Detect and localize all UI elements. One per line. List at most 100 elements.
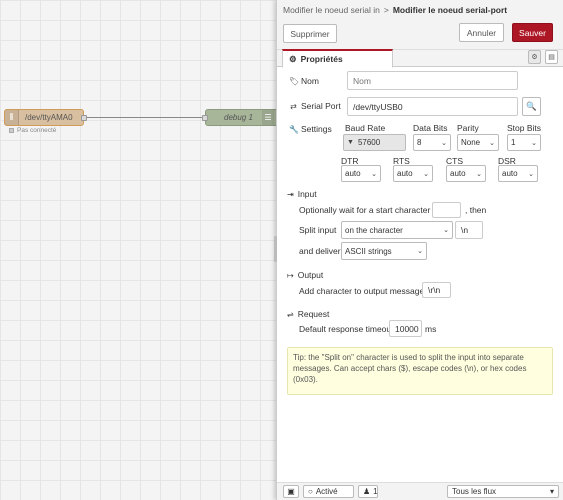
save-button[interactable]: Sauver [512, 23, 553, 42]
wrench-icon: 🔧 [289, 124, 299, 134]
wait-suffix-label: , then [465, 205, 487, 215]
exchange-icon: ⇌ [287, 309, 294, 319]
tab-properties-label: Propriétés [300, 54, 343, 64]
baud-rate-label: Baud Rate [345, 123, 386, 133]
settings-label-text: Settings [301, 124, 332, 134]
name-label-text: Nom [301, 76, 319, 86]
name-input[interactable] [347, 71, 518, 90]
tray-footer: ▣ ○ Activé ♟ 1 Tous les flux ▾ [277, 482, 563, 500]
status-dot-icon [9, 128, 14, 133]
timeout-label: Default response timeout [299, 324, 394, 334]
search-icon: 🔍 [526, 101, 537, 111]
split-char-input[interactable]: \n [455, 221, 483, 239]
node-status: Pas connecté [9, 127, 56, 134]
cancel-button[interactable]: Annuler [459, 23, 504, 42]
serial-port-input[interactable]: /dev/ttyUSB0 [347, 97, 518, 116]
shuffle-icon: ⇄ [290, 101, 297, 111]
tray-header: Modifier le noeud serial in > Modifier le … [277, 0, 563, 50]
stop-bits-select[interactable]: 1 ⌄ [507, 134, 541, 151]
scope-select[interactable]: Tous les flux ▾ [447, 485, 559, 498]
breadcrumb: Modifier le noeud serial in > Modifier le … [283, 5, 507, 15]
tip-box: Tip: the "Split on" character is used to… [287, 347, 553, 395]
name-label: 🏷 Nom [289, 76, 319, 86]
status-text: Pas connecté [17, 127, 57, 134]
tray-resize-handle[interactable] [274, 236, 277, 262]
cts-select[interactable]: auto ⌄ [446, 165, 486, 182]
enable-toggle-label: Activé [315, 487, 338, 496]
appearance-icon[interactable]: ▣ [283, 485, 299, 498]
deliver-value: ASCII strings [345, 246, 392, 256]
sign-in-icon: ⇥ [287, 189, 294, 199]
description-tab-icon[interactable]: ▤ [545, 50, 558, 64]
parity-value: None [461, 138, 481, 147]
output-port[interactable] [81, 115, 87, 121]
stop-bits-value: 1 [511, 138, 516, 147]
breadcrumb-separator: > [383, 5, 389, 15]
baud-rate-select[interactable]: ▼ 57600 [343, 134, 406, 151]
request-heading-text: Request [297, 309, 330, 319]
input-section-heading: ⇥ Input [287, 189, 317, 199]
split-mode-select[interactable]: on the character ⌄ [341, 221, 453, 239]
flow-wire[interactable] [84, 117, 206, 118]
parity-label: Parity [457, 123, 479, 133]
chevron-down-icon: ⌄ [423, 170, 429, 178]
timeout-unit: ms [425, 324, 437, 334]
start-char-input[interactable] [432, 202, 461, 218]
chevron-down-icon: ⌄ [417, 248, 423, 255]
chevron-down-icon: ⌄ [443, 227, 449, 234]
serial-port-label-text: Serial Port [301, 101, 341, 111]
tab-properties[interactable]: ⚙ Propriétés [282, 49, 393, 68]
deliver-label: and deliver [299, 246, 341, 256]
tag-icon: 🏷 [289, 76, 300, 86]
wait-start-label: Optionally wait for a start character of [299, 205, 440, 215]
data-bits-value: 8 [417, 138, 422, 147]
chevron-down-icon: ⌄ [371, 170, 377, 178]
users-badge[interactable]: ♟ 1 [358, 485, 378, 498]
input-heading-text: Input [297, 189, 317, 199]
scope-value: Tous les flux [452, 487, 497, 496]
data-bits-select[interactable]: 8 ⌄ [413, 134, 451, 151]
serial-in-node[interactable]: ⫴ /dev/ttyAMA0 [4, 109, 87, 126]
debug-node-label: debug 1 [224, 113, 253, 122]
input-port[interactable] [202, 115, 208, 121]
breadcrumb-parent[interactable]: Modifier le noeud serial in [283, 5, 380, 15]
rts-value: auto [397, 169, 413, 178]
chevron-down-icon: ⌄ [531, 139, 537, 147]
serial-node-label: /dev/ttyAMA0 [25, 113, 73, 122]
delete-button[interactable]: Supprimer [283, 24, 337, 43]
cts-value: auto [450, 169, 466, 178]
data-bits-label: Data Bits [413, 123, 448, 133]
chevron-down-icon: ▾ [549, 487, 554, 496]
add-char-input[interactable]: \r\n [422, 282, 451, 298]
deliver-select[interactable]: ASCII strings ⌄ [341, 242, 427, 260]
user-icon: ♟ [363, 487, 371, 496]
sign-out-icon: ↦ [287, 270, 294, 280]
list-lines-icon: ☰ [262, 110, 274, 125]
enable-toggle[interactable]: ○ Activé [303, 485, 354, 498]
serial-port-icon: ⫴ [5, 110, 19, 125]
search-button[interactable]: 🔍 [522, 97, 541, 116]
gear-icon: ⚙ [289, 53, 297, 64]
output-section-heading: ↦ Output [287, 270, 323, 280]
users-count: 1 [373, 487, 378, 496]
dsr-select[interactable]: auto ⌄ [498, 165, 538, 182]
flow-canvas[interactable]: ⫴ /dev/ttyAMA0 Pas connecté debug 1 ☰ [0, 0, 276, 500]
chevron-down-icon: ⌄ [441, 139, 447, 147]
split-input-label: Split input [299, 225, 337, 235]
rts-select[interactable]: auto ⌄ [393, 165, 433, 182]
output-heading-text: Output [297, 270, 324, 280]
parity-select[interactable]: None ⌄ [457, 134, 499, 151]
tray-tabs: ⚙ Propriétés ⚙ ▤ [277, 49, 563, 68]
dsr-value: auto [502, 169, 518, 178]
settings-label: 🔧 Settings [289, 124, 332, 134]
request-section-heading: ⇌ Request [287, 309, 329, 319]
breadcrumb-current: Modifier le noeud serial-port [392, 5, 508, 15]
circle-icon: ○ [308, 487, 313, 496]
dtr-select[interactable]: auto ⌄ [341, 165, 381, 182]
chevron-down-icon: ⌄ [528, 170, 534, 178]
debug-node[interactable]: debug 1 ☰ [202, 109, 276, 126]
settings-tab-icon[interactable]: ⚙ [528, 50, 541, 64]
chevron-down-icon: ▼ [347, 139, 354, 146]
dtr-value: auto [345, 169, 361, 178]
timeout-input[interactable]: 10000 [389, 320, 422, 337]
